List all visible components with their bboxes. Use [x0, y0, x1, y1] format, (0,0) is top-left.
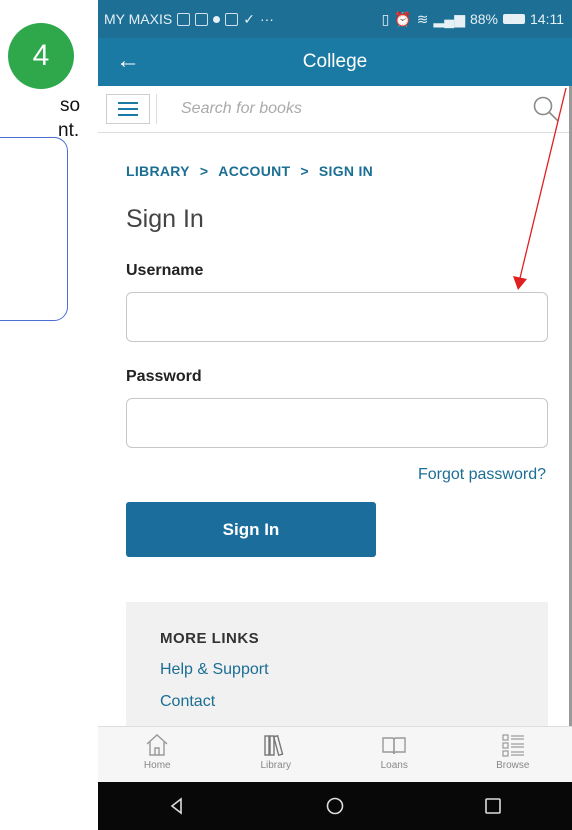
search-input[interactable]	[179, 99, 513, 119]
check-icon: ✓	[243, 10, 255, 27]
tab-library[interactable]: Library	[231, 727, 321, 783]
search-bar	[98, 86, 572, 133]
vibrate-icon: ▯	[381, 10, 390, 27]
sign-in-button[interactable]: Sign In	[126, 502, 376, 557]
contact-link[interactable]: Contact	[160, 693, 514, 711]
hamburger-icon-line	[118, 102, 138, 104]
tab-browse[interactable]: Browse	[468, 727, 558, 783]
battery-icon	[503, 14, 525, 24]
status-bar: MY MAXIS ✓ ··· ▯ ⏰ ≋ ▂▄▆ 88% 14:11	[98, 0, 572, 38]
breadcrumb-account[interactable]: ACCOUNT	[218, 163, 290, 179]
page-title: Sign In	[126, 205, 204, 233]
android-navigation-bar	[98, 782, 572, 830]
dot-icon	[213, 15, 221, 23]
step-number-badge: 4	[8, 23, 74, 89]
app-title: College	[302, 51, 368, 72]
menu-button[interactable]	[106, 94, 150, 124]
forgot-password-link[interactable]: Forgot password?	[126, 466, 546, 484]
recent-apps-icon[interactable]	[483, 796, 503, 816]
battery-percent: 88%	[469, 11, 498, 27]
username-field[interactable]	[126, 292, 548, 342]
breadcrumb: LIBRARY > ACCOUNT > SIGN IN	[126, 163, 546, 179]
tab-label: Home	[143, 760, 171, 771]
phone-screen: MY MAXIS ✓ ··· ▯ ⏰ ≋ ▂▄▆ 88% 14:11 ← Col…	[98, 0, 572, 830]
username-label: Username	[126, 262, 204, 279]
message-icon	[225, 12, 239, 26]
home-icon	[146, 734, 168, 756]
tab-label: Library	[260, 760, 292, 771]
tab-label: Browse	[496, 760, 530, 771]
search-icon[interactable]	[532, 95, 560, 123]
breadcrumb-separator: >	[300, 163, 309, 179]
book-icon	[382, 737, 406, 755]
clock: 14:11	[530, 11, 564, 27]
home-circle-icon[interactable]	[325, 796, 345, 816]
alarm-icon: ⏰	[394, 10, 412, 27]
library-icon	[264, 734, 284, 757]
breadcrumb-separator: >	[199, 163, 209, 179]
wifi-icon: ≋	[416, 10, 429, 27]
divider	[156, 94, 157, 124]
tab-loans[interactable]: Loans	[349, 727, 439, 783]
password-label: Password	[126, 368, 202, 385]
back-triangle-icon[interactable]	[167, 796, 187, 816]
breadcrumb-library[interactable]: LIBRARY	[126, 163, 190, 179]
help-support-link[interactable]: Help & Support	[160, 661, 514, 679]
instruction-text-fragment: so	[60, 95, 81, 116]
hamburger-icon-line	[118, 114, 138, 116]
tab-label: Loans	[380, 760, 408, 771]
carrier-name: MY MAXIS	[104, 11, 173, 27]
app-bar: ← College	[98, 38, 572, 86]
breadcrumb-sign-in: SIGN IN	[318, 163, 374, 179]
bottom-tab-bar: Home Library Loans Browse	[98, 726, 572, 783]
more-icon: ···	[259, 11, 274, 27]
more-links-panel: MORE LINKS Help & Support Contact	[126, 602, 548, 742]
signal-icon: ▂▄▆	[433, 10, 465, 27]
back-arrow-icon[interactable]: ←	[116, 47, 140, 75]
tab-home[interactable]: Home	[112, 727, 202, 783]
hamburger-icon-line	[118, 108, 138, 110]
more-links-title: MORE LINKS	[160, 630, 260, 647]
app-b-icon	[195, 12, 209, 26]
password-field[interactable]	[126, 398, 548, 448]
sign-in-content: LIBRARY > ACCOUNT > SIGN IN Sign In User…	[98, 163, 572, 557]
callout-box	[0, 137, 68, 321]
notification-icon	[177, 12, 191, 26]
browse-icon	[502, 734, 524, 757]
